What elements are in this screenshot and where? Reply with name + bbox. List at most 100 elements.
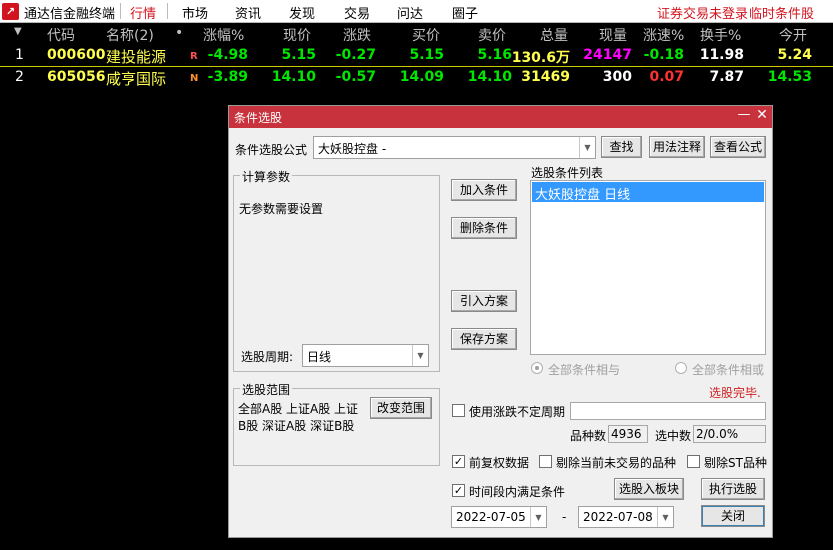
menu-circle[interactable]: 圈子 (452, 3, 478, 22)
exclude-st-checkbox[interactable] (687, 455, 700, 468)
header-price[interactable]: 现价 (283, 25, 311, 45)
condition-stock-dialog: 条件选股 — ✕ 条件选股公式 大妖股控盘 - ▼ 查找 用法注释 查看公式 计… (228, 105, 773, 538)
turnover: 11.98 (699, 47, 744, 63)
change-range-button[interactable]: 改变范围 (370, 397, 432, 419)
params-group-label: 计算参数 (240, 168, 293, 185)
header-ask[interactable]: 卖价 (478, 25, 506, 45)
exclude-nontrade-checkbox[interactable] (539, 455, 552, 468)
range-group: 选股范围 全部A股 上证A股 上证B股 深证A股 深证B股 改变范围 (233, 381, 440, 466)
menu-discover[interactable]: 发现 (289, 3, 315, 22)
range-text: 全部A股 上证A股 上证B股 深证A股 深证B股 (238, 402, 359, 433)
temp-condition-stock-link[interactable]: 临时条件股 (749, 3, 814, 22)
count-label: 品种数 (570, 429, 607, 443)
stock-flag: N (190, 73, 199, 84)
date-separator: - (562, 510, 567, 524)
login-status-link[interactable]: 证券交易未登录 (657, 3, 748, 22)
date-from-value: 2022-07-05 (456, 510, 526, 524)
header-change-pct[interactable]: 涨幅% (203, 25, 244, 45)
chevron-down-icon[interactable]: ▼ (579, 137, 595, 158)
header-open[interactable]: 今开 (779, 25, 807, 45)
menu-separator (120, 3, 121, 19)
period-select-value: 日线 (307, 350, 332, 364)
uncertain-period-input[interactable] (570, 402, 766, 420)
dialog-title-bar[interactable]: 条件选股 — ✕ (229, 106, 772, 128)
close-icon[interactable]: ✕ (755, 107, 769, 125)
save-plan-button[interactable]: 保存方案 (451, 328, 517, 350)
add-to-block-button[interactable]: 选股入板块 (614, 478, 684, 500)
condition-list[interactable]: 大妖股控盘 日线 (530, 180, 766, 355)
price: 14.10 (271, 69, 316, 85)
formula-label: 条件选股公式 (235, 143, 308, 157)
row-index: 2 (15, 69, 24, 85)
chevron-down-icon[interactable]: ▼ (412, 345, 428, 366)
table-row[interactable]: 1 000600 建投能源 R -4.98 5.15 -0.27 5.15 5.… (0, 45, 833, 67)
condition-list-label: 选股条件列表 (531, 166, 604, 180)
minimize-icon[interactable]: — (737, 107, 751, 125)
execute-selection-button[interactable]: 执行选股 (701, 478, 765, 500)
ask-price: 14.10 (467, 69, 512, 85)
header-code[interactable]: 代码 (47, 25, 75, 45)
turnover: 7.87 (709, 69, 744, 85)
period-select[interactable]: 日线 ▼ (302, 344, 429, 367)
bid-price: 5.15 (409, 47, 444, 63)
adjust-data-label: 前复权数据 (469, 456, 530, 470)
header-volume[interactable]: 总量 (540, 25, 568, 45)
status-text: 选股完毕. (709, 386, 761, 400)
list-item[interactable]: 大妖股控盘 日线 (532, 182, 764, 203)
formula-select[interactable]: 大妖股控盘 - ▼ (313, 136, 596, 159)
selected-label: 选中数 (655, 429, 692, 443)
menu-ask[interactable]: 问达 (397, 3, 423, 22)
exclude-nontrade-label: 剔除当前未交易的品种 (556, 456, 677, 470)
quote-table-header: ▼ 代码 名称(2) • 涨幅% 现价 涨跌 买价 卖价 总量 现量 涨速% 换… (0, 23, 833, 45)
radio-all-or[interactable] (675, 362, 687, 374)
no-params-text: 无参数需要设置 (239, 202, 324, 216)
time-range-checkbox[interactable]: ✓ (452, 484, 465, 497)
menu-trade[interactable]: 交易 (344, 3, 370, 22)
view-formula-button[interactable]: 查看公式 (710, 136, 766, 158)
volume: 31469 (521, 69, 570, 85)
chevron-down-icon[interactable]: ▼ (530, 507, 546, 527)
app-logo-icon: ↗ (2, 3, 19, 20)
count-value: 4936 (608, 425, 648, 443)
add-condition-button[interactable]: 加入条件 (451, 179, 517, 201)
stock-flag: R (190, 51, 198, 62)
stock-name: 咸亨国际 (106, 70, 167, 88)
menu-quotes[interactable]: 行情 (130, 3, 156, 22)
sort-arrow-icon[interactable]: ▼ (14, 26, 22, 37)
table-row[interactable]: 2 605056 咸亨国际 N -3.89 14.10 -0.57 14.09 … (0, 67, 833, 89)
current-volume: 300 (602, 69, 632, 85)
uncertain-period-checkbox[interactable] (452, 404, 465, 417)
exclude-st-label: 剔除ST品种 (704, 456, 767, 470)
date-to-picker[interactable]: 2022-07-08 ▼ (578, 506, 674, 528)
header-current-volume[interactable]: 现量 (599, 25, 627, 45)
formula-select-value: 大妖股控盘 - (318, 142, 387, 156)
change: -0.27 (335, 47, 376, 63)
delete-condition-button[interactable]: 删除条件 (451, 217, 517, 239)
header-bid[interactable]: 买价 (412, 25, 440, 45)
find-button[interactable]: 查找 (601, 136, 642, 158)
time-range-label: 时间段内满足条件 (469, 485, 566, 499)
radio-all-or-label: 全部条件相或 (692, 363, 765, 377)
change-pct: -4.98 (207, 47, 248, 63)
radio-all-and[interactable] (531, 362, 543, 374)
speed: 0.07 (649, 69, 684, 85)
usage-notes-button[interactable]: 用法注释 (649, 136, 705, 158)
bid-price: 14.09 (399, 69, 444, 85)
ask-price: 5.16 (477, 47, 512, 63)
date-from-picker[interactable]: 2022-07-05 ▼ (451, 506, 547, 528)
uncertain-period-label: 使用涨跌不定周期 (469, 405, 566, 419)
header-turnover[interactable]: 换手% (700, 25, 741, 45)
stock-code: 000600 (47, 47, 106, 63)
menu-market[interactable]: 市场 (182, 3, 208, 22)
header-name[interactable]: 名称(2) (106, 25, 154, 45)
menu-news[interactable]: 资讯 (235, 3, 261, 22)
close-button[interactable]: 关闭 (701, 505, 765, 527)
adjust-data-checkbox[interactable]: ✓ (452, 455, 465, 468)
import-plan-button[interactable]: 引入方案 (451, 290, 517, 312)
header-change[interactable]: 涨跌 (343, 25, 371, 45)
chevron-down-icon[interactable]: ▼ (657, 507, 673, 527)
open-price: 14.53 (767, 69, 812, 85)
header-speed[interactable]: 涨速% (643, 25, 684, 45)
period-label: 选股周期: (241, 350, 294, 364)
range-group-label: 选股范围 (240, 381, 293, 398)
